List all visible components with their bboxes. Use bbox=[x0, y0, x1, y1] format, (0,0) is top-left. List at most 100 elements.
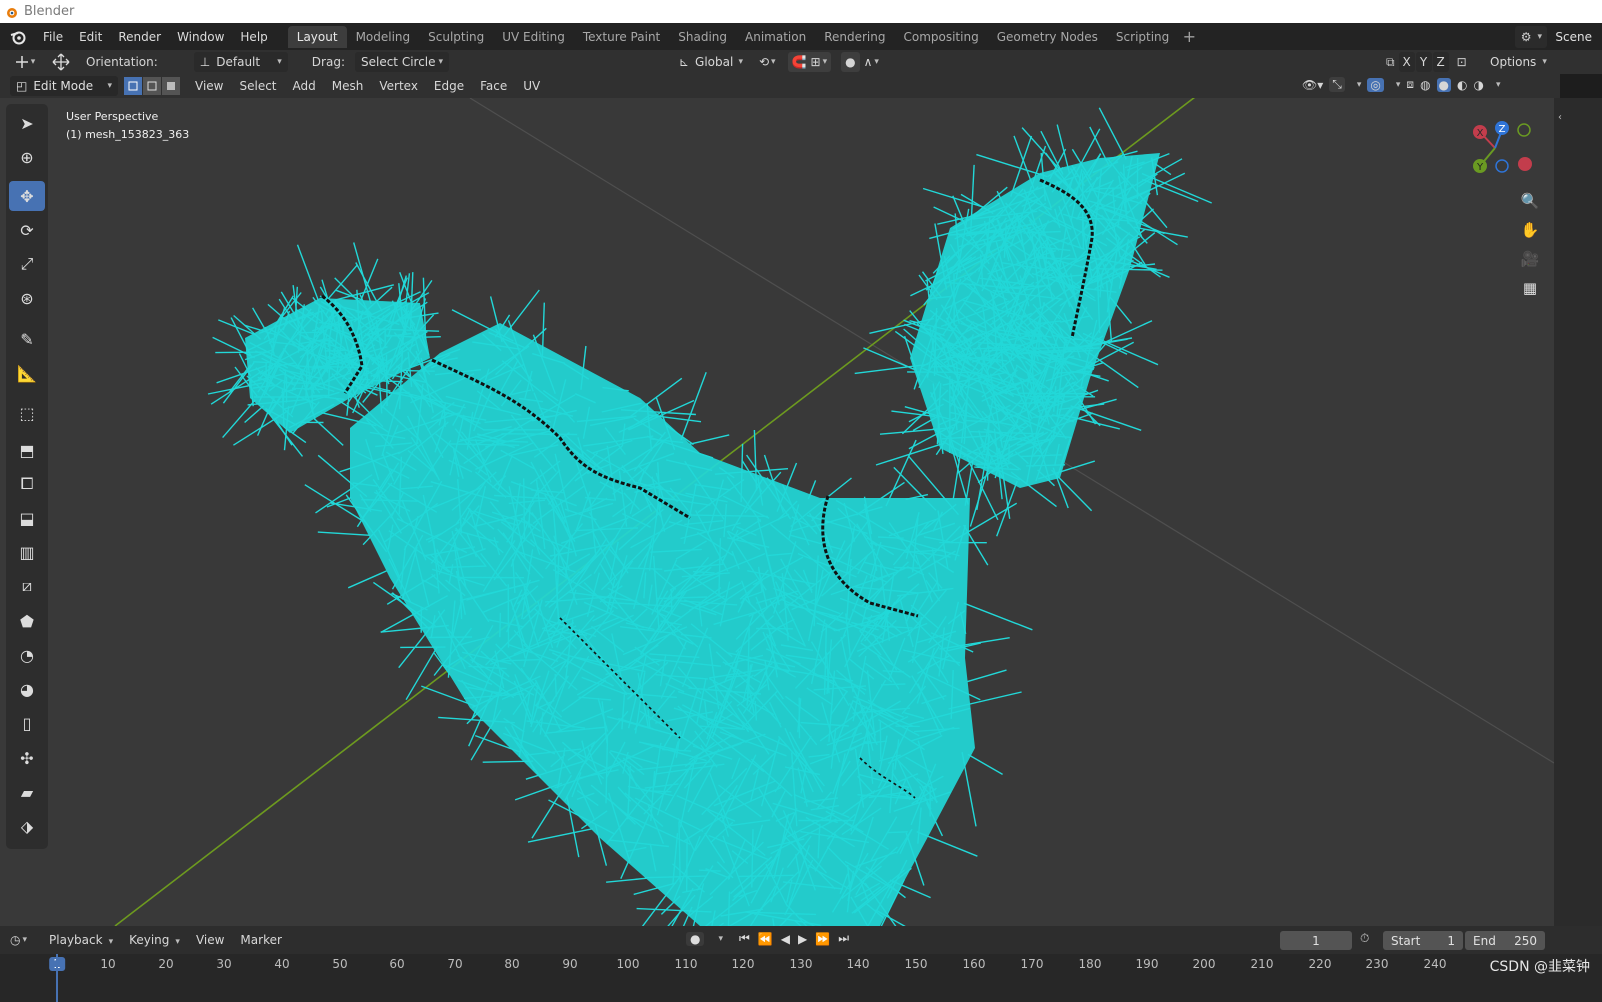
scene-name[interactable]: Scene bbox=[1555, 30, 1602, 44]
right-panel-strip[interactable]: ‹ bbox=[1554, 98, 1602, 926]
add-workspace-button[interactable]: + bbox=[1178, 27, 1200, 46]
rotate-tool-icon[interactable]: ⟳ bbox=[9, 215, 45, 245]
loop-cut-tool-icon[interactable]: ▥ bbox=[9, 537, 45, 567]
menu-render[interactable]: Render bbox=[110, 26, 169, 48]
tab-texture-paint[interactable]: Texture Paint bbox=[574, 26, 669, 48]
bevel-tool-icon[interactable]: ⬓ bbox=[9, 503, 45, 533]
prev-keyframe-icon[interactable]: ⏪ bbox=[758, 932, 773, 946]
xray-icon[interactable]: ⧈ bbox=[1406, 77, 1414, 92]
gizmo-neg-y-icon[interactable] bbox=[1517, 123, 1531, 137]
falloff-icon[interactable]: ∧ ▾ bbox=[864, 52, 879, 72]
wireframe-shading-icon[interactable]: ◍ bbox=[1420, 78, 1430, 92]
options-dropdown[interactable]: Options ▾ bbox=[1484, 52, 1547, 72]
gizmo-toggle-icon[interactable]: ⤡ bbox=[1329, 77, 1345, 92]
blender-menu-icon[interactable] bbox=[7, 26, 29, 48]
menu-keying[interactable]: Keying ▾ bbox=[121, 933, 188, 947]
pivot-point-icon[interactable]: ⟲ ▾ bbox=[759, 52, 776, 72]
rendered-shading-icon[interactable]: ◑ bbox=[1474, 78, 1484, 92]
editor-type-icon[interactable]: ◷ ▾ bbox=[10, 933, 27, 947]
menu-help[interactable]: Help bbox=[232, 26, 275, 48]
tab-modeling[interactable]: Modeling bbox=[347, 26, 420, 48]
measure-tool-icon[interactable]: 📐 bbox=[9, 358, 45, 388]
solid-shading-icon[interactable]: ● bbox=[1436, 77, 1452, 92]
jump-end-icon[interactable]: ⏭ bbox=[838, 931, 849, 946]
menu-face[interactable]: Face bbox=[472, 79, 515, 93]
camera-view-icon[interactable]: 🎥 bbox=[1517, 246, 1543, 272]
auto-merge-icon[interactable]: ⊡ bbox=[1457, 55, 1467, 69]
timeline-ruler[interactable]: 1102030405060708090100110120130140150160… bbox=[0, 954, 1602, 1002]
cursor-tool-icon[interactable]: ⊕ bbox=[9, 142, 45, 172]
vertex-select-icon[interactable] bbox=[124, 77, 142, 95]
menu-view[interactable]: View bbox=[187, 79, 231, 93]
material-shading-icon[interactable]: ◐ bbox=[1457, 78, 1467, 92]
start-frame-field[interactable]: Start 1 bbox=[1383, 931, 1463, 950]
next-keyframe-icon[interactable]: ⏩ bbox=[815, 932, 830, 946]
visibility-icon[interactable]: 👁▾ bbox=[1302, 78, 1323, 92]
smooth-tool-icon[interactable]: ◕ bbox=[9, 674, 45, 704]
pan-hand-icon[interactable]: ✋ bbox=[1517, 217, 1543, 243]
mirror-x-button[interactable]: X bbox=[1398, 52, 1415, 72]
tab-layout[interactable]: Layout bbox=[287, 25, 347, 48]
stopwatch-icon[interactable]: ⏱ bbox=[1360, 931, 1369, 946]
playhead-line[interactable] bbox=[56, 954, 58, 1002]
rip-region-tool-icon[interactable]: ⬗ bbox=[9, 811, 45, 841]
orientation-dropdown[interactable]: ⊥ Default ▾ bbox=[193, 52, 288, 72]
shrink-fatten-tool-icon[interactable]: ✣ bbox=[9, 743, 45, 773]
play-reverse-icon[interactable]: ◀ bbox=[781, 932, 790, 946]
spin-tool-icon[interactable]: ◔ bbox=[9, 640, 45, 670]
edge-slide-tool-icon[interactable]: ▯ bbox=[9, 708, 45, 738]
poly-build-tool-icon[interactable]: ⬟ bbox=[9, 606, 45, 636]
menu-vertex[interactable]: Vertex bbox=[371, 79, 426, 93]
transform-gizmo-icon[interactable] bbox=[48, 52, 74, 72]
menu-add[interactable]: Add bbox=[285, 79, 324, 93]
menu-file[interactable]: File bbox=[35, 26, 71, 48]
tab-animation[interactable]: Animation bbox=[736, 26, 815, 48]
transform-tool-icon[interactable]: ⊛ bbox=[9, 283, 45, 313]
knife-tool-icon[interactable]: ⧄ bbox=[9, 571, 45, 601]
perspective-toggle-icon[interactable]: ▦ bbox=[1517, 275, 1543, 301]
mirror-y-button[interactable]: Y bbox=[1415, 52, 1432, 72]
edge-select-icon[interactable] bbox=[143, 77, 161, 95]
3d-viewport[interactable]: User Perspective (1) mesh_153823_363 X Z… bbox=[0, 98, 1554, 926]
drag-dropdown[interactable]: Select Circle ▾ bbox=[354, 52, 449, 72]
tab-shading[interactable]: Shading bbox=[669, 26, 736, 48]
select-tool-icon[interactable]: ➤ bbox=[9, 108, 45, 138]
overlays-icon[interactable]: ◎ bbox=[1367, 77, 1384, 92]
add-cube-tool-icon[interactable]: ⬚ bbox=[9, 398, 45, 428]
transform-space-dropdown[interactable]: ⊾ Global ▾ bbox=[673, 52, 749, 72]
inset-tool-icon[interactable]: ⧠ bbox=[9, 469, 45, 499]
navigation-gizmo[interactable]: X Z Y bbox=[1468, 116, 1538, 180]
end-frame-field[interactable]: End 250 bbox=[1465, 931, 1545, 950]
tab-geometry-nodes[interactable]: Geometry Nodes bbox=[988, 26, 1107, 48]
menu-marker[interactable]: Marker bbox=[232, 933, 289, 947]
tab-compositing[interactable]: Compositing bbox=[894, 26, 987, 48]
sidebar-toggle-icon[interactable]: ‹ bbox=[1558, 112, 1568, 123]
tab-uv-editing[interactable]: UV Editing bbox=[493, 26, 574, 48]
shear-tool-icon[interactable]: ▰ bbox=[9, 777, 45, 807]
zoom-icon[interactable]: 🔍 bbox=[1517, 188, 1543, 214]
menu-select[interactable]: Select bbox=[231, 79, 284, 93]
menu-edge[interactable]: Edge bbox=[426, 79, 472, 93]
scale-tool-icon[interactable]: ⤢ bbox=[9, 249, 45, 279]
tab-rendering[interactable]: Rendering bbox=[815, 26, 894, 48]
move-tool-icon[interactable]: ✥ bbox=[9, 181, 45, 211]
menu-playback[interactable]: Playback ▾ bbox=[41, 933, 121, 947]
menu-timeline-view[interactable]: View bbox=[188, 933, 232, 947]
tool-type-dropdown[interactable]: ▾ bbox=[12, 52, 38, 72]
extrude-tool-icon[interactable]: ⬒ bbox=[9, 435, 45, 465]
current-frame-field[interactable]: 1 bbox=[1280, 931, 1352, 950]
jump-start-icon[interactable]: ⏮ bbox=[739, 931, 750, 946]
tab-sculpting[interactable]: Sculpting bbox=[419, 26, 493, 48]
menu-window[interactable]: Window bbox=[169, 26, 232, 48]
annotate-tool-icon[interactable]: ✎ bbox=[9, 324, 45, 354]
gizmo-neg-z-icon[interactable] bbox=[1495, 159, 1509, 173]
record-icon[interactable]: ● bbox=[686, 931, 705, 946]
gizmo-neg-x-icon[interactable] bbox=[1518, 157, 1532, 171]
tab-scripting[interactable]: Scripting bbox=[1107, 26, 1178, 48]
menu-edit[interactable]: Edit bbox=[71, 26, 110, 48]
face-select-icon[interactable] bbox=[162, 77, 180, 95]
mirror-z-button[interactable]: Z bbox=[1432, 52, 1449, 72]
mode-dropdown[interactable]: ◰ Edit Mode ▾ bbox=[10, 76, 118, 96]
snap-icon[interactable]: 🧲 ⊞ ▾ bbox=[787, 52, 832, 72]
proportional-editing-icon[interactable]: ● bbox=[841, 52, 860, 72]
